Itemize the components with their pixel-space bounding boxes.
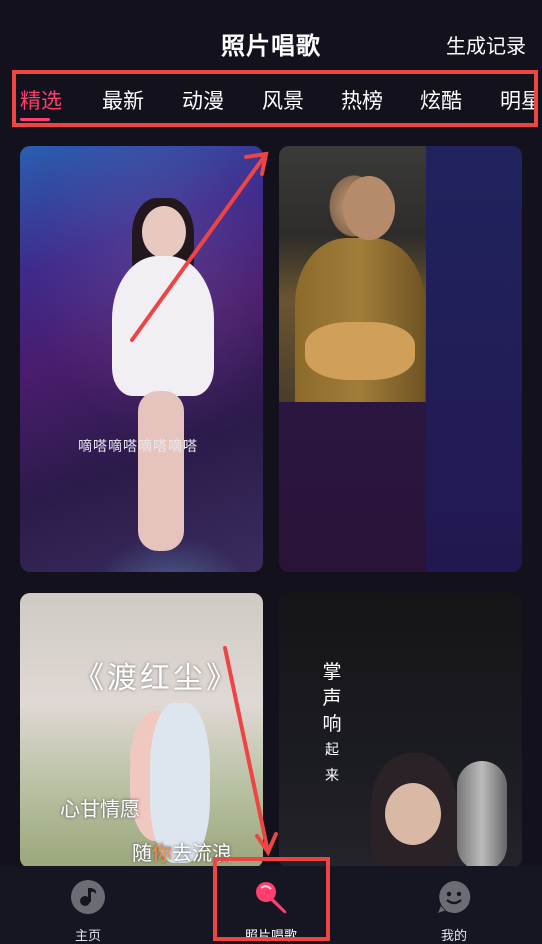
nav-home[interactable]: 主页 [28,866,148,944]
card-lyric-line: 心甘情愿 [60,797,140,821]
card-vertical-lyric: 掌 声 响 起 来 [321,659,343,789]
template-card-applause[interactable]: 掌 声 响 起 来 [279,593,522,868]
card-figure-face [343,176,395,240]
tab-anime[interactable]: 动漫 [182,85,224,115]
tab-cool[interactable]: 炫酷 [420,85,462,115]
card-figure-dress [112,256,214,396]
template-card-singer-stage[interactable]: 嘀嗒嘀嗒嘀嗒嘀嗒 [20,146,263,572]
card-song-title: 《渡红尘》 [74,661,239,696]
lyric-char: 来 [325,768,339,784]
nav-home-label: 主页 [74,929,101,944]
nav-me[interactable]: 我的 [394,866,514,944]
lyric-char: 掌 [322,661,342,683]
lyric-char: 声 [322,687,342,709]
card-figure-legs [138,391,184,551]
card-figure-face [385,783,441,845]
category-tabs-highlight: 精选 最新 动漫 风景 热榜 炫酷 明星 [12,70,538,127]
card-caption: 嘀嗒嘀嗒嘀嗒嘀嗒 [78,439,198,455]
microphone-image [457,761,507,868]
tab-featured[interactable]: 精选 [20,85,62,115]
lyric-char: 响 [322,713,342,735]
card-figure-head [142,206,186,258]
card-side-panel [426,146,522,572]
tab-scenery[interactable]: 风景 [262,85,304,115]
lyric-char: 起 [325,742,339,758]
template-card-du-hong-chen[interactable]: 《渡红尘》 心甘情愿 随你去流浪 [20,593,263,868]
template-card-guitar-man[interactable] [279,146,522,572]
active-tab-indicator [20,118,50,121]
tab-hot-list[interactable]: 热榜 [341,85,383,115]
smiley-face-icon [438,880,471,913]
photo-sing-highlight-box [213,857,330,941]
nav-me-label: 我的 [440,929,467,944]
tab-celebrity[interactable]: 明星 [500,85,534,115]
generation-records-button[interactable]: 生成记录 [446,30,526,59]
music-note-icon [71,880,105,914]
tab-latest[interactable]: 最新 [102,85,144,115]
lyric-part: 随 [132,841,152,865]
guitar-image [305,322,415,380]
lyric-highlight: 你 [152,841,172,865]
